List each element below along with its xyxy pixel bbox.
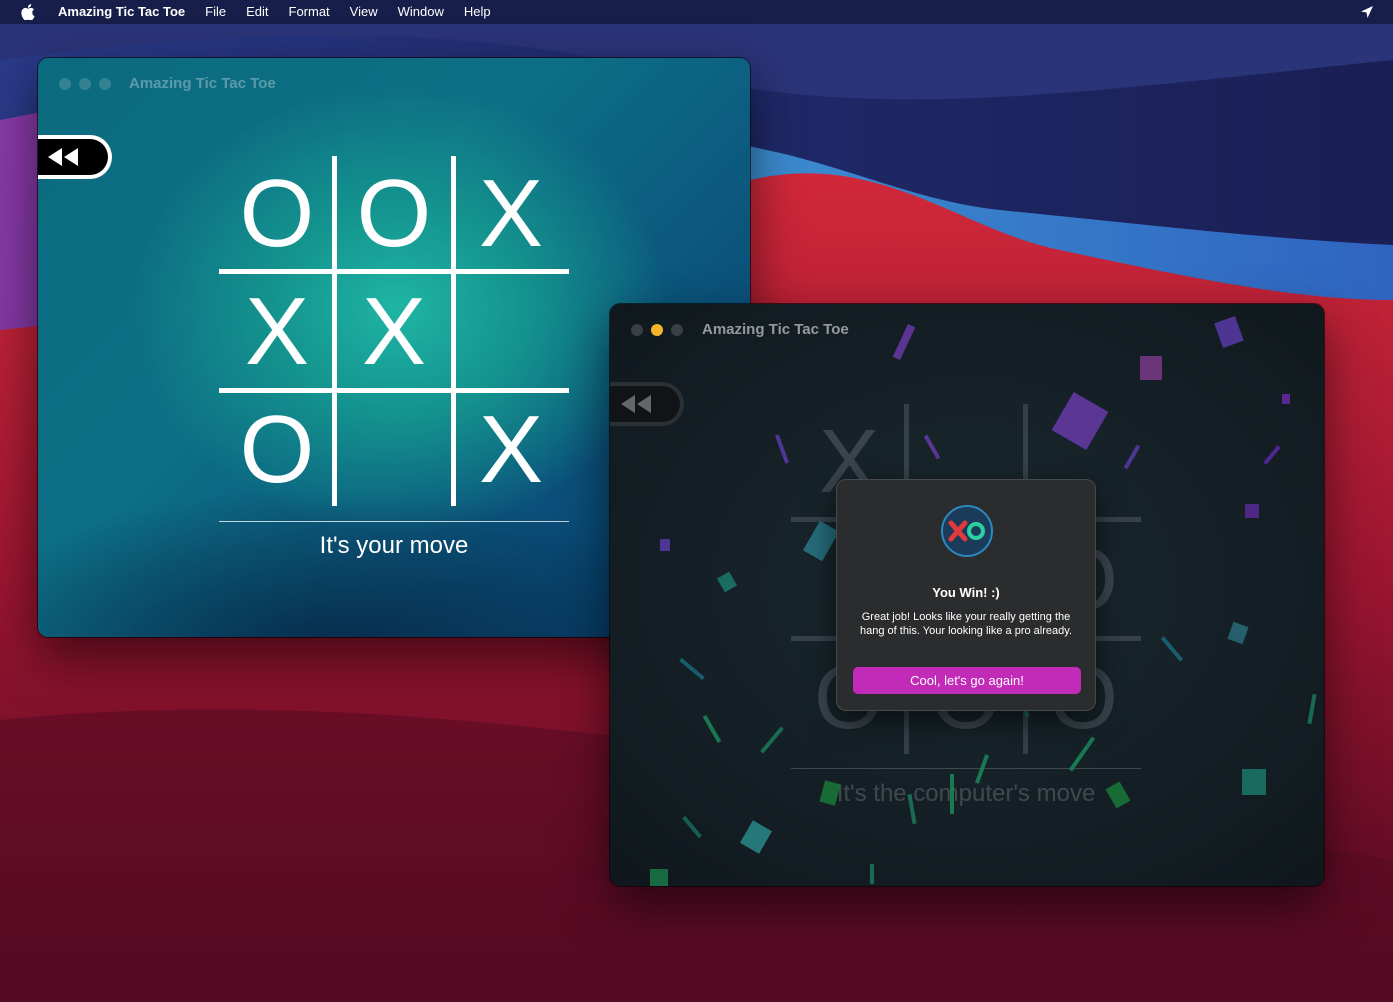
turn-status: It's your move xyxy=(319,532,469,559)
title-bar[interactable]: Amazing Tic Tac Toe xyxy=(610,304,1324,354)
menu-view[interactable]: View xyxy=(340,0,388,24)
zoom-button[interactable] xyxy=(671,324,683,336)
board-cell[interactable]: O xyxy=(219,156,335,272)
turn-status: It's the computer's move xyxy=(836,780,1096,807)
board-cell[interactable]: O xyxy=(336,156,452,272)
board-cell[interactable]: X xyxy=(453,156,569,272)
minimize-button[interactable] xyxy=(79,78,91,90)
dialog-message: Great job! Looks like your really gettin… xyxy=(860,611,1072,637)
menu-file[interactable]: File xyxy=(195,0,236,24)
dialog-title: You Win! :) xyxy=(932,585,1000,600)
rewind-icon xyxy=(621,395,651,413)
game-window-2: Amazing Tic Tac Toe X O O O O It's the c… xyxy=(610,304,1324,886)
board-cell[interactable]: O xyxy=(219,392,335,508)
menu-format[interactable]: Format xyxy=(279,0,340,24)
status-divider xyxy=(219,521,569,522)
rewind-button[interactable] xyxy=(610,382,684,426)
close-button[interactable] xyxy=(59,78,71,90)
menu-help[interactable]: Help xyxy=(454,0,501,24)
board-cell[interactable]: X xyxy=(219,274,335,390)
apple-icon[interactable] xyxy=(0,4,56,20)
close-button[interactable] xyxy=(631,324,643,336)
window-controls xyxy=(59,78,111,90)
window-title: Amazing Tic Tac Toe xyxy=(702,321,849,338)
window-title: Amazing Tic Tac Toe xyxy=(129,75,276,92)
minimize-button[interactable] xyxy=(651,324,663,336)
menu-window[interactable]: Window xyxy=(388,0,454,24)
app-logo-icon xyxy=(941,505,993,557)
menu-edit[interactable]: Edit xyxy=(236,0,278,24)
location-arrow-icon[interactable] xyxy=(1359,4,1375,20)
rewind-icon xyxy=(48,148,78,166)
menu-app-name[interactable]: Amazing Tic Tac Toe xyxy=(56,0,195,24)
rewind-button[interactable] xyxy=(38,135,112,179)
board-cell[interactable]: X xyxy=(336,274,452,390)
play-again-button[interactable]: Cool, let's go again! xyxy=(853,667,1081,694)
board-cell[interactable] xyxy=(453,274,569,390)
title-bar[interactable]: Amazing Tic Tac Toe xyxy=(38,58,750,108)
board-cell[interactable]: X xyxy=(453,392,569,508)
window-controls xyxy=(631,324,683,336)
win-dialog: You Win! :) Great job! Looks like your r… xyxy=(836,479,1096,711)
board-cell[interactable] xyxy=(336,392,452,508)
status-divider xyxy=(791,768,1141,769)
menu-bar: Amazing Tic Tac Toe File Edit Format Vie… xyxy=(0,0,1393,24)
zoom-button[interactable] xyxy=(99,78,111,90)
game-board: O O X X X O X xyxy=(219,156,569,522)
